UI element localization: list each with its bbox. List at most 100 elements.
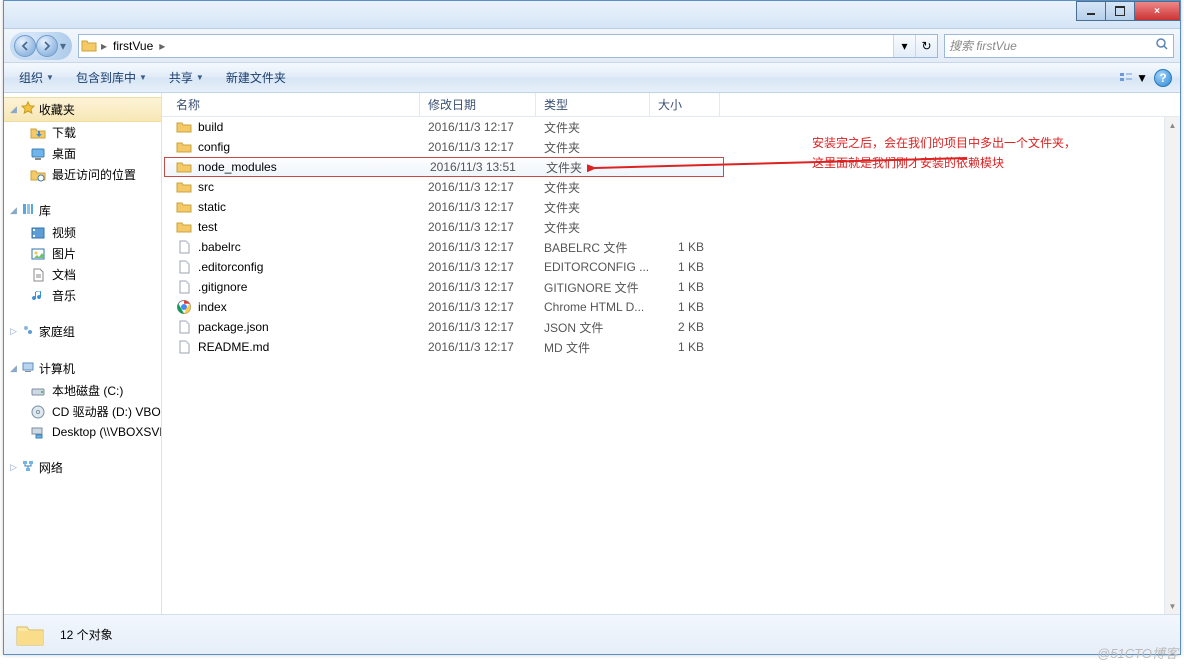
chevron-right-icon[interactable]: ▸ (157, 39, 167, 53)
sidebar-item-recent[interactable]: 最近访问的位置 (4, 164, 161, 185)
sidebar-computer-header[interactable]: ◢计算机 (4, 357, 161, 380)
sidebar-item-cddrive[interactable]: CD 驱动器 (D:) VBOXADDITIONS (4, 401, 161, 422)
file-type: JSON 文件 (536, 319, 650, 336)
computer-icon (21, 360, 35, 377)
sidebar-libraries-header[interactable]: ◢库 (4, 199, 161, 222)
file-name: README.md (198, 340, 269, 354)
search-placeholder: 搜索 firstVue (949, 37, 1017, 54)
sidebar-favorites-header[interactable]: ◢ 收藏夹 (4, 97, 161, 122)
file-date: 2016/11/3 13:51 (422, 160, 538, 174)
drive-icon (30, 383, 46, 399)
nav-buttons: ▾ (10, 32, 72, 60)
watermark: @51CTO博客 (1097, 643, 1178, 662)
disclosure-icon: ◢ (10, 104, 17, 115)
col-type[interactable]: 类型 (536, 93, 650, 116)
file-row[interactable]: src2016/11/3 12:17文件夹 (162, 177, 1180, 197)
recent-icon (30, 167, 46, 183)
file-type: 文件夹 (536, 199, 650, 216)
folder-icon (176, 179, 192, 195)
search-icon[interactable] (1155, 37, 1169, 54)
homegroup-icon (21, 323, 35, 340)
minimize-button[interactable] (1076, 1, 1106, 21)
sidebar: ◢ 收藏夹 下载 桌面 最近访问的位置 ◢库 视频 图片 文档 音乐 ▷家庭组 … (4, 93, 162, 614)
file-size: 1 KB (650, 300, 720, 314)
file-list: 名称 修改日期 类型 大小 build2016/11/3 12:17文件夹con… (162, 93, 1180, 614)
file-type: BABELRC 文件 (536, 239, 650, 256)
file-name: package.json (198, 320, 269, 334)
sidebar-item-videos[interactable]: 视频 (4, 222, 161, 243)
file-row[interactable]: test2016/11/3 12:17文件夹 (162, 217, 1180, 237)
share-button[interactable]: 共享▼ (162, 65, 211, 90)
chrome-icon (176, 299, 192, 315)
col-name[interactable]: 名称 (162, 93, 420, 116)
file-row[interactable]: .babelrc2016/11/3 12:17BABELRC 文件1 KB (162, 237, 1180, 257)
breadcrumb-seg[interactable]: firstVue (109, 35, 157, 57)
pictures-icon (30, 246, 46, 262)
include-library-button[interactable]: 包含到库中▼ (69, 65, 154, 90)
file-row[interactable]: README.md2016/11/3 12:17MD 文件1 KB (162, 337, 1180, 357)
scroll-down-icon[interactable]: ▼ (1165, 598, 1180, 614)
sidebar-item-documents[interactable]: 文档 (4, 264, 161, 285)
new-folder-button[interactable]: 新建文件夹 (219, 65, 293, 90)
chevron-right-icon[interactable]: ▸ (99, 39, 109, 53)
file-date: 2016/11/3 12:17 (420, 240, 536, 254)
file-icon (176, 339, 192, 355)
disclosure-icon: ◢ (10, 205, 17, 216)
organize-button[interactable]: 组织▼ (12, 65, 61, 90)
toolbar: 组织▼ 包含到库中▼ 共享▼ 新建文件夹 ▼ ? (4, 63, 1180, 93)
sidebar-item-desktop[interactable]: 桌面 (4, 143, 161, 164)
folder-icon (176, 139, 192, 155)
file-icon (176, 239, 192, 255)
file-type: MD 文件 (536, 339, 650, 356)
explorer-window: × ▾ ▸ firstVue ▸ ▾ ↻ (3, 0, 1181, 655)
forward-button[interactable] (36, 35, 58, 57)
file-type: EDITORCONFIG ... (536, 260, 650, 274)
refresh-button[interactable]: ↻ (915, 35, 937, 57)
file-name: index (198, 300, 227, 314)
file-row[interactable]: .editorconfig2016/11/3 12:17EDITORCONFIG… (162, 257, 1180, 277)
file-date: 2016/11/3 12:17 (420, 260, 536, 274)
help-button[interactable]: ? (1154, 69, 1172, 87)
sidebar-network-header[interactable]: ▷网络 (4, 456, 161, 479)
maximize-button[interactable] (1105, 1, 1135, 21)
sidebar-item-localdisk[interactable]: 本地磁盘 (C:) (4, 380, 161, 401)
view-options-button[interactable]: ▼ (1118, 70, 1148, 86)
back-button[interactable] (14, 35, 36, 57)
file-row[interactable]: package.json2016/11/3 12:17JSON 文件2 KB (162, 317, 1180, 337)
file-icon (176, 279, 192, 295)
file-type: 文件夹 (536, 119, 650, 136)
address-bar[interactable]: ▸ firstVue ▸ ▾ ↻ (78, 34, 938, 58)
col-date[interactable]: 修改日期 (420, 93, 536, 116)
scroll-up-icon[interactable]: ▲ (1165, 117, 1180, 133)
file-date: 2016/11/3 12:17 (420, 280, 536, 294)
file-date: 2016/11/3 12:17 (420, 200, 536, 214)
nav-history-dropdown[interactable]: ▾ (58, 39, 68, 53)
folder-icon (176, 119, 192, 135)
file-icon (176, 319, 192, 335)
sidebar-item-netdesktop[interactable]: Desktop (\\VBOXSVR) (4, 422, 161, 442)
file-name: config (198, 140, 230, 154)
file-row[interactable]: index2016/11/3 12:17Chrome HTML D...1 KB (162, 297, 1180, 317)
file-name: static (198, 200, 226, 214)
music-icon (30, 288, 46, 304)
sidebar-item-pictures[interactable]: 图片 (4, 243, 161, 264)
scrollbar-vertical[interactable]: ▲ ▼ (1164, 117, 1180, 614)
close-button[interactable]: × (1134, 1, 1180, 21)
sidebar-item-downloads[interactable]: 下载 (4, 122, 161, 143)
address-dropdown-button[interactable]: ▾ (893, 35, 915, 57)
file-row[interactable]: .gitignore2016/11/3 12:17GITIGNORE 文件1 K… (162, 277, 1180, 297)
file-size: 1 KB (650, 260, 720, 274)
file-row[interactable]: static 2016/11/3 12:17文件夹 (162, 197, 1180, 217)
titlebar[interactable]: × (4, 1, 1180, 29)
statusbar: 12 个对象 (4, 614, 1180, 654)
sidebar-item-music[interactable]: 音乐 (4, 285, 161, 306)
folder-icon (176, 159, 192, 175)
col-size[interactable]: 大小 (650, 93, 720, 116)
file-type: 文件夹 (536, 219, 650, 236)
file-type: GITIGNORE 文件 (536, 279, 650, 296)
body: ◢ 收藏夹 下载 桌面 最近访问的位置 ◢库 视频 图片 文档 音乐 ▷家庭组 … (4, 93, 1180, 614)
breadcrumb[interactable]: ▸ firstVue ▸ (99, 35, 167, 57)
search-input[interactable]: 搜索 firstVue (944, 34, 1174, 58)
file-size: 1 KB (650, 280, 720, 294)
sidebar-homegroup-header[interactable]: ▷家庭组 (4, 320, 161, 343)
